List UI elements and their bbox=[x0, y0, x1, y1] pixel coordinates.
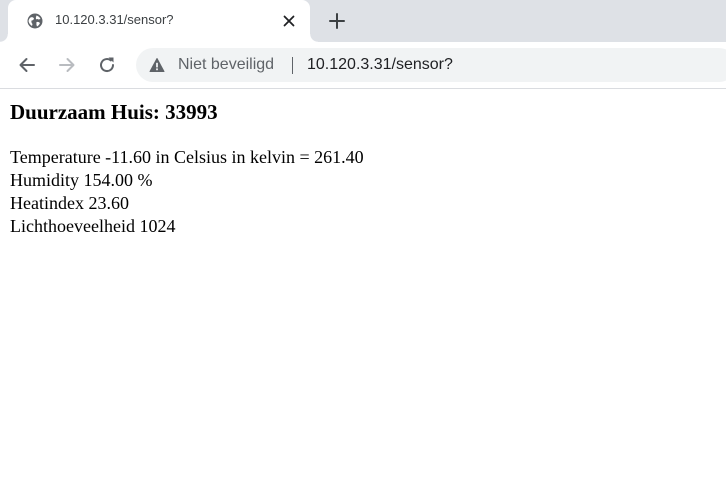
warning-icon[interactable] bbox=[149, 57, 165, 73]
forward-arrow-icon[interactable] bbox=[55, 53, 79, 77]
security-status-label[interactable]: Niet beveiligd bbox=[178, 56, 274, 74]
globe-icon bbox=[27, 13, 43, 29]
address-bar[interactable]: Niet beveiligd 10.120.3.31/sensor? bbox=[136, 48, 726, 82]
page-heading: Duurzaam Huis: 33993 bbox=[10, 100, 218, 124]
back-arrow-icon[interactable] bbox=[15, 53, 39, 77]
new-tab-icon[interactable] bbox=[326, 10, 348, 32]
humidity-reading: Humidity 154.00 % bbox=[10, 170, 153, 190]
url-text[interactable]: 10.120.3.31/sensor? bbox=[307, 56, 453, 74]
browser-toolbar: Niet beveiligd 10.120.3.31/sensor? bbox=[0, 42, 726, 88]
reload-icon[interactable] bbox=[95, 53, 119, 77]
light-amount-reading: Lichthoeveelheid 1024 bbox=[10, 216, 176, 236]
address-separator bbox=[292, 57, 293, 74]
close-icon[interactable] bbox=[280, 12, 298, 30]
browser-tab[interactable]: 10.120.3.31/sensor? bbox=[0, 0, 318, 42]
heatindex-reading: Heatindex 23.60 bbox=[10, 193, 129, 213]
page-content: Duurzaam Huis: 33993 Temperature -11.60 … bbox=[10, 98, 726, 238]
temperature-reading: Temperature -11.60 in Celsius in kelvin … bbox=[10, 147, 364, 167]
tab-strip: 10.120.3.31/sensor? bbox=[0, 0, 726, 42]
tab-title: 10.120.3.31/sensor? bbox=[55, 12, 174, 27]
toolbar-divider bbox=[0, 88, 726, 89]
